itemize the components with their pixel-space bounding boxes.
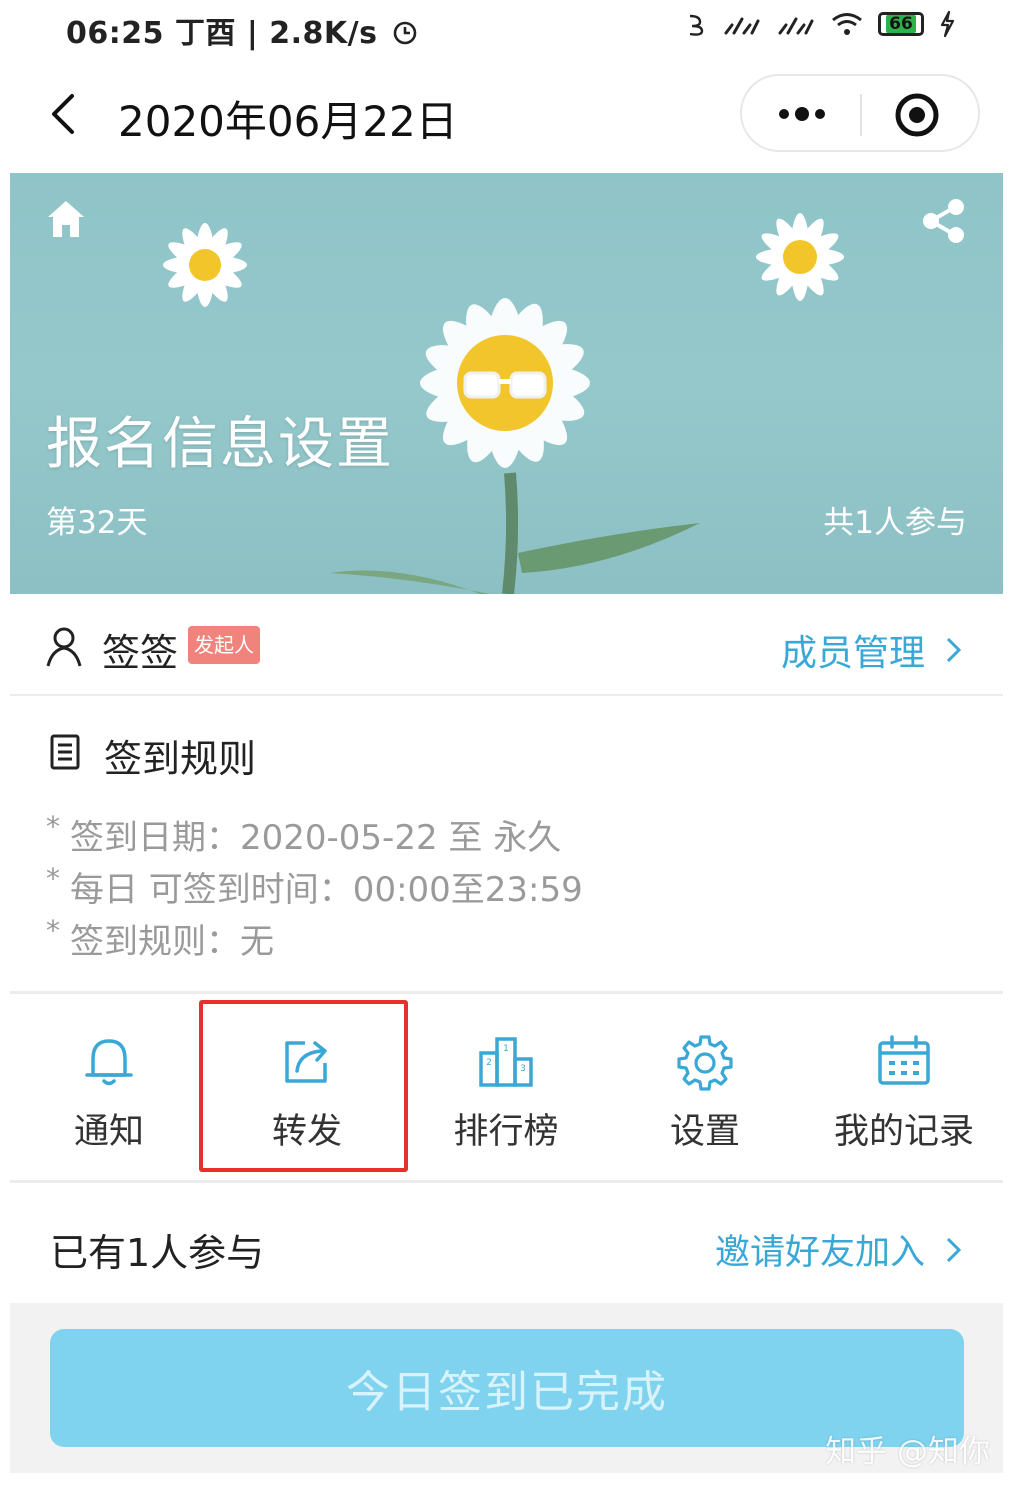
status-time: 06:25 丁酉 | 2.8K/s <box>66 8 418 52</box>
capsule-divider <box>860 94 862 136</box>
initiator-badge: 发起人 <box>188 626 260 664</box>
banner: 报名信息设置 第32天 共1人参与 <box>10 173 1003 594</box>
initiator-name: 签签 <box>102 631 179 675</box>
action-notify[interactable]: 通知 <box>10 997 208 1183</box>
rules-title: 签到规则 <box>104 737 257 781</box>
user-icon <box>46 627 82 667</box>
page-title: 2020年06月22日 <box>118 97 458 146</box>
rule-text: 每日 可签到时间：00:00至23:59 <box>70 870 583 910</box>
checkin-rules: 签到规则 * 签到日期：2020-05-22 至 永久 * 每日 可签到时间：00:… <box>10 698 1003 994</box>
podium-icon: 2 1 3 <box>479 1037 533 1087</box>
action-grid: 通知 转发 2 1 3 排行榜 设置 我的记录 <box>10 997 1003 1183</box>
more-icon[interactable] <box>772 92 832 136</box>
invite-friends-label: 邀请好友加入 <box>714 1233 925 1273</box>
member-management-link[interactable]: 成员管理 <box>781 624 963 676</box>
status-time-text: 06:25 丁酉 | 2.8K/s <box>66 16 378 51</box>
nav-bar: 2020年06月22日 <box>0 60 1014 168</box>
rule-item: * 签到规则：无 <box>46 914 274 962</box>
charging-icon <box>940 10 955 38</box>
document-icon <box>50 734 80 770</box>
battery-icon: 66 <box>878 12 924 36</box>
calendar-icon <box>878 1035 930 1085</box>
initiator-row: 签签 发起人 成员管理 <box>10 596 1003 696</box>
signal-icon <box>724 17 760 35</box>
action-label: 我的记录 <box>833 1112 974 1152</box>
rule-item: * 签到日期：2020-05-22 至 永久 <box>46 810 562 858</box>
participants-row: 已有1人参与 邀请好友加入 <box>10 1186 1003 1302</box>
watermark: 知乎 @知你 <box>825 1434 990 1470</box>
status-icons: 66 <box>686 10 956 38</box>
nfc-icon <box>689 14 704 36</box>
rule-text: 签到规则：无 <box>70 922 274 962</box>
mini-program-capsule <box>740 74 980 152</box>
action-leaderboard[interactable]: 2 1 3 排行榜 <box>407 997 605 1183</box>
highlight-box <box>199 1000 408 1172</box>
clock-icon <box>394 21 417 45</box>
back-icon[interactable] <box>40 86 90 142</box>
share-icon[interactable] <box>919 197 967 245</box>
action-label: 设置 <box>669 1112 740 1152</box>
chevron-right-icon <box>946 637 962 663</box>
svg-text:2: 2 <box>486 1058 492 1068</box>
signal-icon-2 <box>778 17 814 35</box>
wifi-icon <box>832 13 862 35</box>
action-label: 排行榜 <box>453 1112 559 1152</box>
participant-count: 已有1人参与 <box>50 1231 265 1275</box>
battery-level: 66 <box>886 15 916 33</box>
home-icon[interactable] <box>44 197 88 241</box>
banner-title: 报名信息设置 <box>46 412 394 477</box>
rule-item: * 每日 可签到时间：00:00至23:59 <box>46 862 583 910</box>
svg-text:3: 3 <box>520 1064 526 1074</box>
invite-friends-link[interactable]: 邀请好友加入 <box>715 1224 963 1275</box>
action-my-records[interactable]: 我的记录 <box>805 997 1003 1183</box>
rule-text: 签到日期：2020-05-22 至 永久 <box>70 818 562 858</box>
banner-day-count: 第32天 <box>46 505 148 541</box>
member-management-label: 成员管理 <box>780 633 925 674</box>
close-mini-program-icon[interactable] <box>892 90 942 140</box>
status-bar: 06:25 丁酉 | 2.8K/s 66 <box>0 0 1014 56</box>
action-settings[interactable]: 设置 <box>606 997 804 1183</box>
chevron-right-icon <box>946 1237 962 1262</box>
gear-icon <box>677 1035 733 1091</box>
bell-icon <box>85 1039 133 1086</box>
svg-text:1: 1 <box>503 1044 509 1054</box>
banner-participant-count: 共1人参与 <box>823 505 967 541</box>
action-label: 通知 <box>73 1112 144 1152</box>
